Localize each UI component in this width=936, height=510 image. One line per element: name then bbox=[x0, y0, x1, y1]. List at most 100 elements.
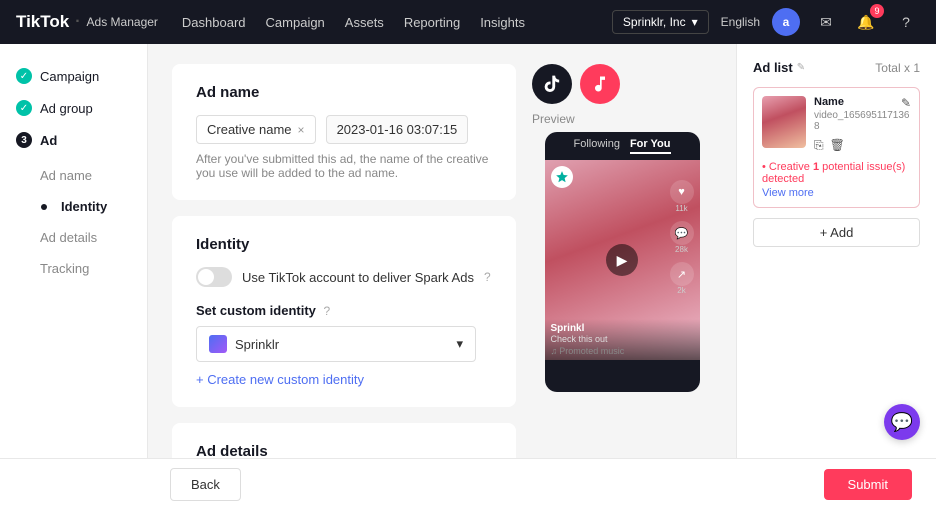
platform-icons bbox=[532, 64, 712, 104]
selected-identity-name: Sprinklr bbox=[235, 337, 279, 352]
active-dot bbox=[41, 204, 47, 210]
sidebar-sub-addetails[interactable]: Ad details bbox=[0, 222, 147, 253]
logo-dot: · bbox=[75, 13, 80, 31]
remove-tag-button[interactable]: × bbox=[298, 123, 305, 137]
sidebar-sub-tracking[interactable]: Tracking bbox=[0, 253, 147, 284]
nav-campaign[interactable]: Campaign bbox=[266, 15, 325, 30]
spark-ads-toggle[interactable] bbox=[196, 267, 232, 287]
issue-count: 1 bbox=[813, 161, 819, 173]
sidebar-sub-identity[interactable]: Identity bbox=[0, 191, 147, 222]
spark-ads-help-icon[interactable]: ? bbox=[484, 270, 491, 284]
logo-tiktok: TikTok bbox=[16, 12, 69, 32]
left-content: Ad name Creative name × 2023-01-16 03:07… bbox=[172, 64, 532, 510]
create-identity-link[interactable]: + Create new custom identity bbox=[196, 372, 492, 387]
main-layout: ✓ Campaign ✓ Ad group 3 Ad Ad name Ident… bbox=[0, 44, 936, 510]
set-custom-text: Set custom identity bbox=[196, 303, 316, 318]
sidebar-label-adname: Ad name bbox=[40, 168, 92, 183]
set-custom-help-icon[interactable]: ? bbox=[324, 304, 331, 318]
preview-following-tab[interactable]: Following bbox=[573, 138, 619, 154]
account-name: Sprinklr, Inc bbox=[623, 15, 686, 29]
comment-icon[interactable]: 💬 bbox=[670, 221, 694, 245]
ad-card-top: Name ✎ video_1656951171368 ⎘ 🗑 bbox=[762, 96, 911, 153]
sidebar-sub-adname[interactable]: Ad name bbox=[0, 160, 147, 191]
nav-reporting[interactable]: Reporting bbox=[404, 15, 460, 30]
ad-list-help-icon[interactable]: ✎ bbox=[797, 62, 805, 73]
nav-dashboard[interactable]: Dashboard bbox=[182, 15, 246, 30]
user-avatar[interactable]: a bbox=[772, 8, 800, 36]
delete-ad-button[interactable]: 🗑 bbox=[830, 138, 845, 153]
mail-icon[interactable]: ✉ bbox=[812, 8, 840, 36]
chat-support-button[interactable]: 💬 bbox=[884, 404, 920, 440]
share-count: 2k bbox=[670, 286, 694, 295]
top-navigation: TikTok · Ads Manager Dashboard Campaign … bbox=[0, 0, 936, 44]
bottom-action-bar: Back Submit bbox=[0, 458, 936, 510]
ad-list-panel: Ad list ✎ Total x 1 Name ✎ video_1656951… bbox=[736, 44, 936, 510]
nav-insights[interactable]: Insights bbox=[480, 15, 525, 30]
ad-thumbnail bbox=[762, 96, 806, 148]
sidebar-item-campaign[interactable]: ✓ Campaign bbox=[0, 60, 147, 92]
ad-card-name-label: Name bbox=[814, 96, 844, 108]
edit-ad-button[interactable]: ✎ bbox=[901, 96, 911, 110]
notification-button[interactable]: 🔔 9 bbox=[852, 8, 880, 36]
ad-list-title: Ad list bbox=[753, 60, 793, 75]
ad-card: Name ✎ video_1656951171368 ⎘ 🗑 • Creativ… bbox=[753, 87, 920, 208]
language-button[interactable]: English bbox=[721, 15, 760, 29]
ad-card-id: video_1656951171368 bbox=[814, 110, 911, 132]
ad-thumb-visual bbox=[762, 96, 806, 148]
sidebar-item-adgroup[interactable]: ✓ Ad group bbox=[0, 92, 147, 124]
nav-right: Sprinklr, Inc ▾ English a ✉ 🔔 9 ? bbox=[612, 8, 920, 36]
preview-video-area: ♥ 11k 💬 28k ↗ 2k ▶ bbox=[545, 160, 700, 360]
account-selector[interactable]: Sprinklr, Inc ▾ bbox=[612, 10, 709, 34]
ad-card-info: Name ✎ video_1656951171368 ⎘ 🗑 bbox=[814, 96, 911, 153]
preview-username: Sprinkl bbox=[551, 323, 694, 334]
main-content: Ad name Creative name × 2023-01-16 03:07… bbox=[148, 44, 736, 510]
creative-name-tag[interactable]: Creative name × bbox=[196, 115, 316, 144]
ad-card-actions: ⎘ 🗑 bbox=[814, 138, 911, 153]
ad-name-section: Ad name Creative name × 2023-01-16 03:07… bbox=[172, 64, 516, 200]
num-badge-ad: 3 bbox=[16, 132, 32, 148]
issue-prefix: • Creative bbox=[762, 161, 810, 173]
sidebar: ✓ Campaign ✓ Ad group 3 Ad Ad name Ident… bbox=[0, 44, 148, 510]
preview-badge bbox=[551, 166, 573, 188]
spark-ads-label: Use TikTok account to deliver Spark Ads bbox=[242, 270, 474, 285]
ad-name-row: Creative name × 2023-01-16 03:07:15 bbox=[196, 115, 492, 144]
preview-play-button[interactable]: ▶ bbox=[606, 244, 638, 276]
identity-select-dropdown[interactable]: Sprinklr ▾ bbox=[196, 326, 476, 362]
sidebar-label-identity: Identity bbox=[61, 199, 107, 214]
spark-ads-toggle-row: Use TikTok account to deliver Spark Ads … bbox=[196, 267, 492, 287]
back-button[interactable]: Back bbox=[170, 468, 241, 501]
sidebar-item-ad[interactable]: 3 Ad bbox=[0, 124, 147, 156]
heart-icon[interactable]: ♥ bbox=[670, 180, 694, 204]
submit-button[interactable]: Submit bbox=[824, 469, 912, 500]
sidebar-label-adgroup: Ad group bbox=[40, 101, 93, 116]
logo-ads: Ads Manager bbox=[87, 15, 158, 29]
check-icon-campaign: ✓ bbox=[16, 68, 32, 84]
view-more-button[interactable]: View more bbox=[762, 187, 911, 199]
preview-comment-action: 💬 28k bbox=[670, 221, 694, 254]
sidebar-label-addetails: Ad details bbox=[40, 230, 97, 245]
create-link-text: + Create new custom identity bbox=[196, 372, 364, 387]
copy-ad-button[interactable]: ⎘ bbox=[814, 138, 824, 153]
sprinklr-brand-icon bbox=[209, 335, 227, 353]
comment-count: 28k bbox=[670, 245, 694, 254]
identity-title: Identity bbox=[196, 236, 492, 253]
preview-right-actions: ♥ 11k 💬 28k ↗ 2k bbox=[670, 180, 694, 295]
chevron-down-icon: ▾ bbox=[692, 15, 698, 29]
sidebar-label-ad: Ad bbox=[40, 133, 57, 148]
preview-nav-bar: Following For You bbox=[545, 132, 700, 160]
help-icon[interactable]: ? bbox=[892, 8, 920, 36]
like-count: 11k bbox=[670, 204, 694, 213]
preview-for-you-tab[interactable]: For You bbox=[630, 138, 671, 154]
preview-video-info: Sprinkl Check this out ♫ Promoted music bbox=[545, 319, 700, 360]
share-icon[interactable]: ↗ bbox=[670, 262, 694, 286]
preview-label: Preview bbox=[532, 112, 712, 126]
sidebar-label-campaign: Campaign bbox=[40, 69, 99, 84]
tiktok-platform-button[interactable] bbox=[532, 64, 572, 104]
identity-section: Identity Use TikTok account to deliver S… bbox=[172, 216, 516, 407]
nav-assets[interactable]: Assets bbox=[345, 15, 384, 30]
other-platform-button[interactable] bbox=[580, 64, 620, 104]
ad-name-title: Ad name bbox=[196, 84, 492, 101]
add-ad-button[interactable]: + Add bbox=[753, 218, 920, 247]
sidebar-label-tracking: Tracking bbox=[40, 261, 89, 276]
preview-cta: Check this out bbox=[551, 334, 694, 344]
